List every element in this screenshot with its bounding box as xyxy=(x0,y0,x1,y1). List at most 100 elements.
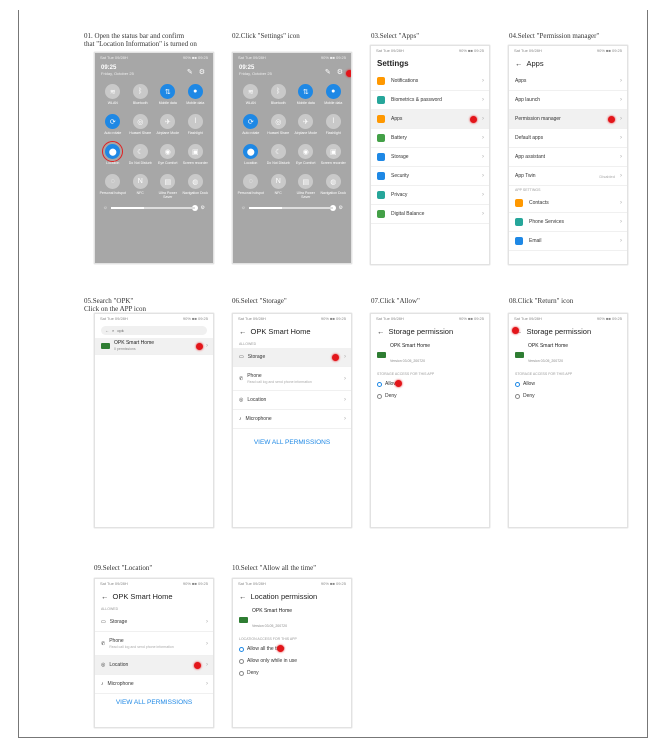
moon-icon[interactable]: ☾ xyxy=(270,144,286,159)
bluetooth-icon[interactable]: ᛒ xyxy=(132,84,148,99)
privacy-icon xyxy=(377,191,385,199)
settings-apps[interactable]: Apps › xyxy=(371,110,489,129)
share-icon[interactable]: ◎ xyxy=(132,114,148,129)
share-icon[interactable]: ◎ xyxy=(270,114,286,129)
flashlight-icon[interactable]: ǀ xyxy=(187,114,203,129)
location-access-section: LOCATION ACCESS FOR THIS APP xyxy=(239,637,297,641)
perm-microphone[interactable]: ♪ Microphone › xyxy=(233,410,351,429)
back-arrow-icon[interactable]: ← xyxy=(239,592,247,601)
option-allow[interactable]: Allow xyxy=(371,378,489,390)
radio-icon xyxy=(239,658,244,664)
wlan-icon[interactable]: ≋ xyxy=(243,84,259,99)
step-07-caption: 07.Click "Allow" xyxy=(371,297,420,305)
app-info: OPK Smart Home Version 03.05_200720 xyxy=(233,605,351,635)
screen-record-icon[interactable]: ▣ xyxy=(325,144,341,159)
apps-default-apps[interactable]: Default apps › xyxy=(509,129,627,148)
settings-gear-icon[interactable]: ⚙ xyxy=(337,68,343,76)
perm-location[interactable]: ◎ Location › xyxy=(95,656,213,675)
perm-storage[interactable]: ▭ Storage › xyxy=(233,348,351,367)
step-05-caption: 05.Search "OPK" Click on the APP icon xyxy=(84,297,146,313)
bell-icon[interactable]: ● xyxy=(187,84,203,99)
navigation-dock-icon[interactable]: ◍ xyxy=(187,174,203,189)
app-info: OPK Smart Home Version 03.05_200720 xyxy=(509,340,627,370)
phone-opk-location: Sat Tue 09/28H 90% ■■ 09:25 ← OPK Smart Ho… xyxy=(94,578,214,728)
option-allow-all-time[interactable]: Allow all the time xyxy=(233,643,351,655)
auto-rotate-icon[interactable]: ⟳ xyxy=(243,114,259,129)
location-pin-icon: ◎ xyxy=(239,397,244,403)
nfc-icon[interactable]: N xyxy=(270,174,286,189)
step-02-caption: 02.Click "Settings" icon xyxy=(232,32,300,40)
phone-apps: Sat Tue 09/28H 90% ■■ 09:25 ← Apps Apps › A… xyxy=(508,45,628,265)
folder-icon: ▭ xyxy=(101,619,106,625)
view-all-permissions-link[interactable]: VIEW ALL PERMISSIONS xyxy=(233,429,351,456)
mobile-data-icon[interactable]: ⇅ xyxy=(160,84,176,99)
auto-rotate-icon[interactable]: ⟳ xyxy=(105,114,121,129)
back-arrow-icon[interactable]: ← xyxy=(239,327,247,336)
settings-title: Settings xyxy=(377,59,409,68)
search-result-opk[interactable]: OPK Smart Home 0 permissions › xyxy=(95,338,213,355)
screen-record-icon[interactable]: ▣ xyxy=(187,144,203,159)
option-deny[interactable]: Deny xyxy=(371,390,489,402)
apps-app-launch[interactable]: App launch › xyxy=(509,91,627,110)
perm-location[interactable]: ◎ Location › xyxy=(233,391,351,410)
bluetooth-icon[interactable]: ᛒ xyxy=(270,84,286,99)
back-arrow-icon[interactable]: ← xyxy=(515,59,523,68)
wlan-icon[interactable]: ≋ xyxy=(105,84,121,99)
option-deny[interactable]: Deny xyxy=(233,667,351,679)
settings-gear-icon[interactable]: ⚙ xyxy=(199,68,205,76)
perm-microphone[interactable]: ♪ Microphone › xyxy=(95,675,213,694)
settings-biometrics[interactable]: Biometrics & password › xyxy=(371,91,489,110)
option-allow[interactable]: Allow xyxy=(509,378,627,390)
perm-phone[interactable]: ✆ Phone Read call log and send phone infor… xyxy=(233,367,351,391)
back-arrow-icon[interactable]: ← xyxy=(101,592,109,601)
brightness-slider[interactable]: ☼ ⚙ xyxy=(95,199,213,217)
settings-privacy[interactable]: Privacy › xyxy=(371,186,489,205)
mobile-data-icon[interactable]: ⇅ xyxy=(298,84,314,99)
back-arrow-icon[interactable]: ← xyxy=(377,327,385,336)
perm-storage[interactable]: ▭ Storage › xyxy=(95,613,213,632)
settings-notifications[interactable]: Notifications › xyxy=(371,72,489,91)
apps-app-twin[interactable]: App Twin Disabled › xyxy=(509,167,627,186)
apps-permission-manager[interactable]: Permission manager › xyxy=(509,110,627,129)
eye-icon[interactable]: ◉ xyxy=(298,144,314,159)
airplane-icon[interactable]: ✈ xyxy=(160,114,176,129)
apps-app-assistant[interactable]: App assistant › xyxy=(509,148,627,167)
power-saver-icon[interactable]: ▤ xyxy=(160,174,176,189)
nfc-icon[interactable]: N xyxy=(132,174,148,189)
step-08-caption: 08.Click "Return" icon xyxy=(509,297,574,305)
edit-icon[interactable]: ✎ xyxy=(187,68,193,76)
shield-icon xyxy=(377,172,385,180)
search-input[interactable]: ← ⌕ opk xyxy=(101,326,207,335)
radio-icon xyxy=(377,393,382,399)
view-all-permissions-link[interactable]: VIEW ALL PERMISSIONS xyxy=(95,694,213,711)
phone-settings: Sat Tue 09/28H 90% ■■ 09:25 Settings Noti… xyxy=(370,45,490,265)
edit-icon[interactable]: ✎ xyxy=(325,68,331,76)
apps-apps[interactable]: Apps › xyxy=(509,72,627,91)
tap-marker xyxy=(346,70,351,77)
navigation-dock-icon[interactable]: ◍ xyxy=(325,174,341,189)
step-01-caption: 01. Open the status bar and confirm that… xyxy=(84,32,197,48)
location-icon[interactable]: ⬤ xyxy=(102,141,124,162)
brightness-slider[interactable]: ☼ ⚙ xyxy=(233,199,351,217)
settings-storage[interactable]: Storage › xyxy=(371,148,489,167)
settings-digital-balance[interactable]: Digital Balance › xyxy=(371,205,489,224)
airplane-icon[interactable]: ✈ xyxy=(298,114,314,129)
hotspot-icon[interactable]: ◌ xyxy=(105,174,121,189)
apps-contacts[interactable]: Contacts › xyxy=(509,194,627,213)
option-allow-while-in-use[interactable]: Allow only while in use xyxy=(233,655,351,667)
phone-location-permission: Sat Tue 09/28H 90% ■■ 09:25 ← Location per… xyxy=(232,578,352,728)
bell-icon[interactable]: ● xyxy=(325,84,341,99)
moon-icon[interactable]: ☾ xyxy=(132,144,148,159)
settings-security[interactable]: Security › xyxy=(371,167,489,186)
option-deny[interactable]: Deny xyxy=(509,390,627,402)
phone-search: Sat Tue 09/28H 90% ■■ 09:25 ← ⌕ opk OPK Sma… xyxy=(94,313,214,528)
hotspot-icon[interactable]: ◌ xyxy=(243,174,259,189)
power-saver-icon[interactable]: ▤ xyxy=(298,174,314,189)
eye-icon[interactable]: ◉ xyxy=(160,144,176,159)
perm-phone[interactable]: ✆ Phone Read call log and send phone infor… xyxy=(95,632,213,656)
location-icon[interactable]: ⬤ xyxy=(243,144,259,159)
apps-phone-services[interactable]: Phone Services › xyxy=(509,213,627,232)
settings-battery[interactable]: Battery › xyxy=(371,129,489,148)
flashlight-icon[interactable]: ǀ xyxy=(325,114,341,129)
apps-email[interactable]: Email › xyxy=(509,232,627,251)
